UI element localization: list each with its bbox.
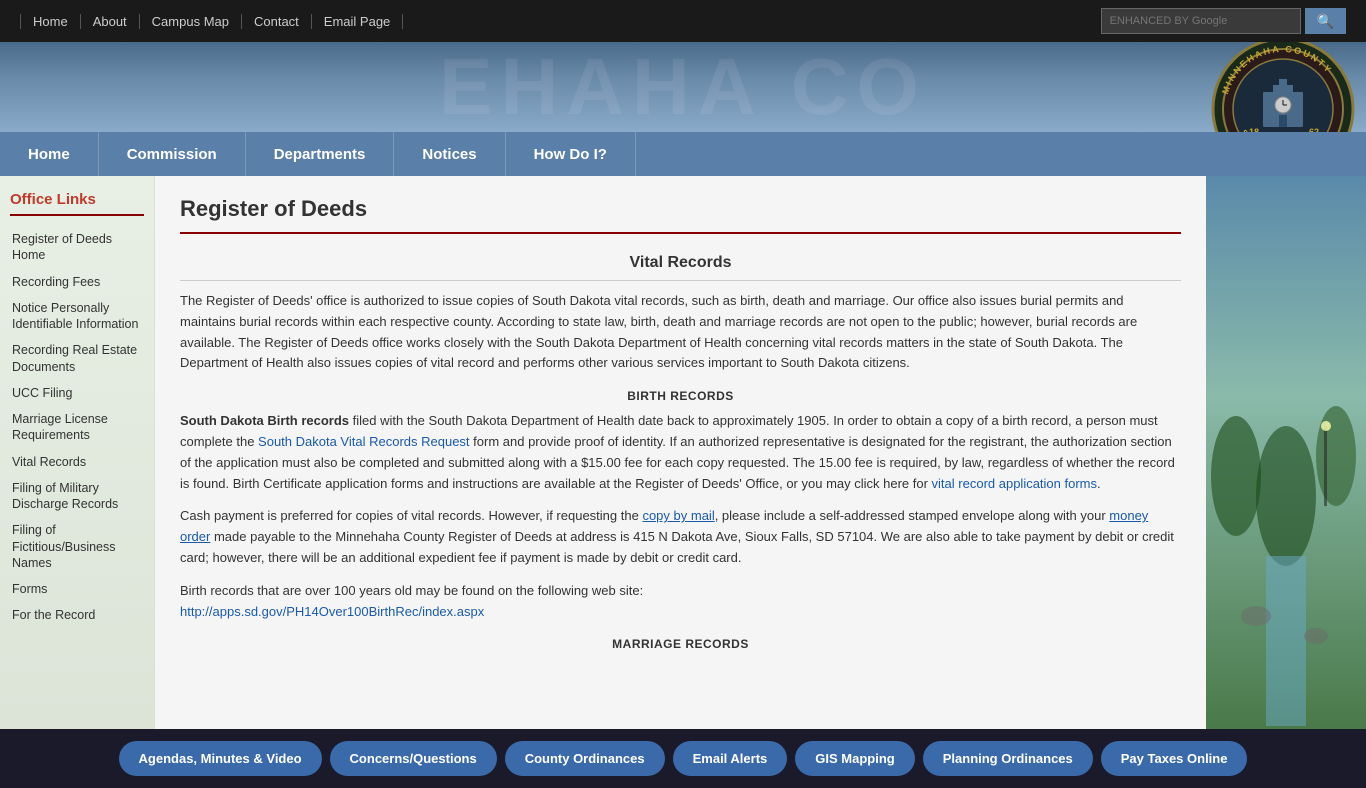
sidebar-link-3[interactable]: Recording Real Estate Documents (10, 337, 144, 380)
vital-record-forms-link[interactable]: vital record application forms (932, 476, 1097, 491)
sidebar-title: Office Links (10, 191, 144, 216)
nav-home[interactable]: Home (0, 132, 99, 176)
birth-para2: Cash payment is preferred for copies of … (180, 506, 1181, 568)
main-nav: Home Commission Departments Notices How … (0, 132, 1366, 176)
sidebar-link-7[interactable]: Filing of Military Discharge Records (10, 475, 144, 518)
birth-100yr-link[interactable]: http://apps.sd.gov/PH14Over100BirthRec/i… (180, 604, 484, 619)
bottom-btn-5[interactable]: Planning Ordinances (923, 741, 1093, 776)
sidebar: Office Links Register of Deeds Home Reco… (0, 176, 155, 729)
sidebar-link-10[interactable]: For the Record (10, 602, 144, 628)
bottom-bar: Agendas, Minutes & Video Concerns/Questi… (0, 729, 1366, 788)
marriage-records-title: MARRIAGE RECORDS (180, 637, 1181, 651)
birth-para2-prefix: Cash payment is preferred for copies of … (180, 508, 642, 523)
sidebar-link-2[interactable]: Notice Personally Identifiable Informati… (10, 295, 144, 338)
sidebar-link-9[interactable]: Forms (10, 576, 144, 602)
search-area: 🔍 (1101, 8, 1346, 34)
birth-para1-end: . (1097, 476, 1101, 491)
birth-para3-prefix: Birth records that are over 100 years ol… (180, 583, 643, 598)
bottom-btn-6[interactable]: Pay Taxes Online (1101, 741, 1248, 776)
topbar-home-link[interactable]: Home (20, 14, 81, 29)
sidebar-link-4[interactable]: UCC Filing (10, 380, 144, 406)
main-content: Register of Deeds Vital Records The Regi… (155, 176, 1206, 729)
birth-para3: Birth records that are over 100 years ol… (180, 581, 1181, 623)
topbar-campusmap-link[interactable]: Campus Map (140, 14, 242, 29)
birth-bold: South Dakota Birth records (180, 413, 349, 428)
right-panel (1206, 176, 1366, 729)
search-button[interactable]: 🔍 (1305, 8, 1346, 34)
nav-how-do-i[interactable]: How Do I? (506, 132, 636, 176)
bottom-btn-4[interactable]: GIS Mapping (795, 741, 914, 776)
birth-para2-end: made payable to the Minnehaha County Reg… (180, 529, 1174, 565)
nav-departments[interactable]: Departments (246, 132, 395, 176)
page-title: Register of Deeds (180, 196, 1181, 234)
sidebar-link-8[interactable]: Filing of Fictitious/Business Names (10, 517, 144, 576)
birth-para2-mid: , please include a self-addressed stampe… (715, 508, 1110, 523)
bottom-btn-1[interactable]: Concerns/Questions (330, 741, 497, 776)
birth-para1: South Dakota Birth records filed with th… (180, 411, 1181, 494)
header-area: EHAHA CO ★ ★ ★ MINNEHAHA CO (0, 42, 1366, 132)
sidebar-link-0[interactable]: Register of Deeds Home (10, 226, 144, 269)
top-bar: Home About Campus Map Contact Email Page… (0, 0, 1366, 42)
bottom-btn-3[interactable]: Email Alerts (673, 741, 788, 776)
topbar-emailpage-link[interactable]: Email Page (312, 14, 403, 29)
bottom-btn-2[interactable]: County Ordinances (505, 741, 665, 776)
topbar-about-link[interactable]: About (81, 14, 140, 29)
sidebar-link-5[interactable]: Marriage License Requirements (10, 406, 144, 449)
sidebar-link-1[interactable]: Recording Fees (10, 269, 144, 295)
birth-vital-records-link[interactable]: South Dakota Vital Records Request (258, 434, 470, 449)
birth-records-title: BIRTH RECORDS (180, 389, 1181, 403)
search-input[interactable] (1101, 8, 1301, 34)
header-bg-text: EHAHA CO (439, 42, 927, 132)
vital-records-title: Vital Records (180, 254, 1181, 281)
topbar-contact-link[interactable]: Contact (242, 14, 312, 29)
content-wrapper: Office Links Register of Deeds Home Reco… (0, 176, 1366, 729)
search-wrapper (1101, 8, 1301, 34)
nav-notices[interactable]: Notices (394, 132, 505, 176)
sidebar-link-6[interactable]: Vital Records (10, 449, 144, 475)
nav-commission[interactable]: Commission (99, 132, 246, 176)
bottom-btn-0[interactable]: Agendas, Minutes & Video (119, 741, 322, 776)
copy-by-mail-link[interactable]: copy by mail (642, 508, 714, 523)
county-seal: ★ ★ ★ MINNEHAHA COUNTY 18 62 SOUTH DAKOT… (1211, 42, 1356, 132)
vital-records-intro: The Register of Deeds' office is authori… (180, 291, 1181, 374)
